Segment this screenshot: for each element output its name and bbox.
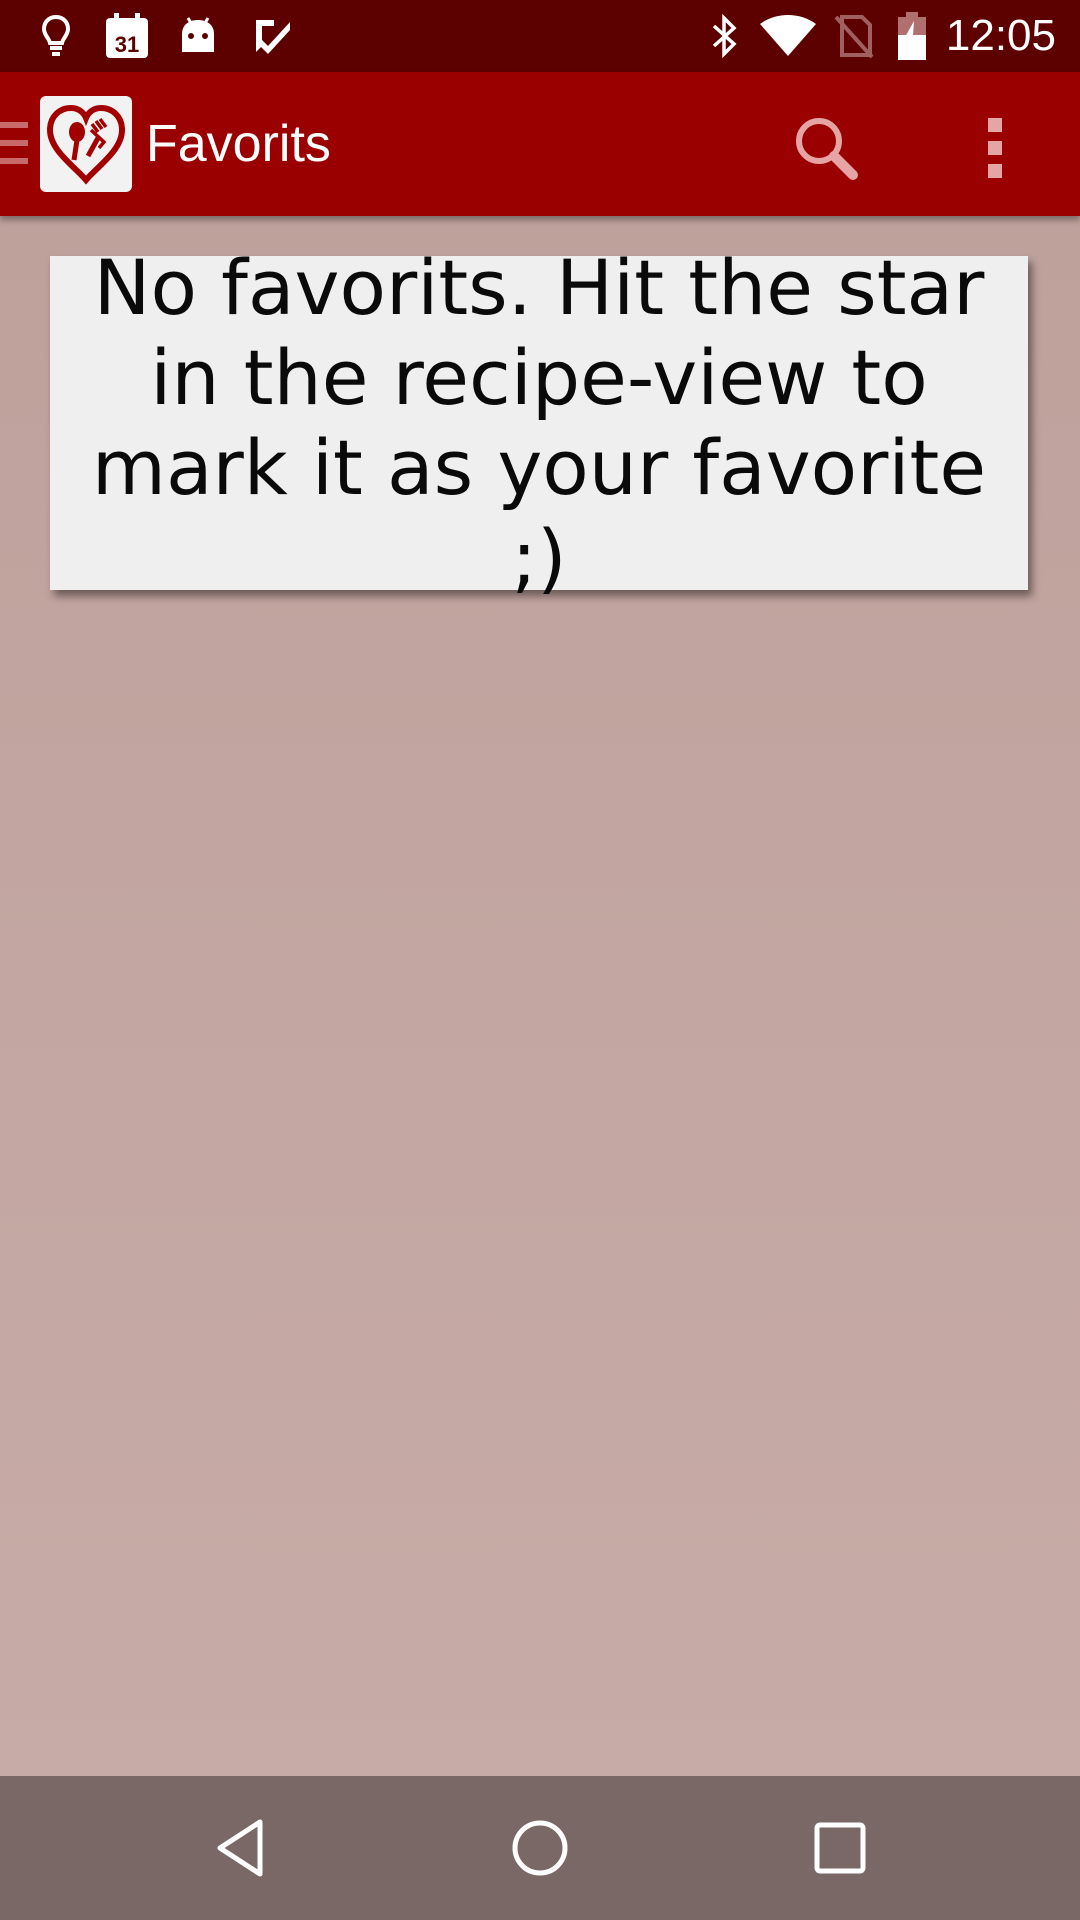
no-sim-icon [830, 0, 878, 72]
check-icon [250, 0, 294, 72]
wifi-icon [756, 0, 820, 72]
heart-utensils-icon [46, 104, 126, 185]
page-title: Favorits [146, 115, 331, 173]
android-icon [176, 0, 220, 72]
status-time: 12:05 [945, 11, 1056, 60]
calendar-day: 31 [115, 32, 139, 57]
back-icon [217, 1819, 263, 1877]
screen: 31 12:05 Favorits No favorits. Hit the s… [0, 0, 1080, 1920]
search-button[interactable] [786, 108, 866, 188]
battery-charging-icon [892, 0, 932, 72]
home-icon [512, 1820, 568, 1876]
back-button[interactable] [202, 1808, 282, 1888]
empty-state-message: No favorits. Hit the star in the recipe-… [91, 243, 987, 602]
content-area: No favorits. Hit the star in the recipe-… [0, 216, 1080, 1776]
status-bar: 31 12:05 [0, 0, 1080, 72]
overflow-menu-button[interactable] [966, 108, 1026, 188]
home-button[interactable] [500, 1808, 580, 1888]
calendar-icon: 31 [102, 0, 152, 72]
navigation-bar [0, 1776, 1080, 1920]
search-icon [796, 118, 858, 180]
drawer-menu-icon[interactable] [0, 122, 30, 166]
recents-icon [814, 1822, 866, 1874]
lightbulb-icon [34, 0, 78, 72]
overflow-menu-icon [988, 118, 1002, 178]
recents-button[interactable] [800, 1808, 880, 1888]
app-bar: Favorits [0, 72, 1080, 216]
empty-state-card: No favorits. Hit the star in the recipe-… [50, 243, 1028, 602]
app-logo[interactable] [40, 96, 132, 192]
bluetooth-icon [706, 0, 742, 72]
